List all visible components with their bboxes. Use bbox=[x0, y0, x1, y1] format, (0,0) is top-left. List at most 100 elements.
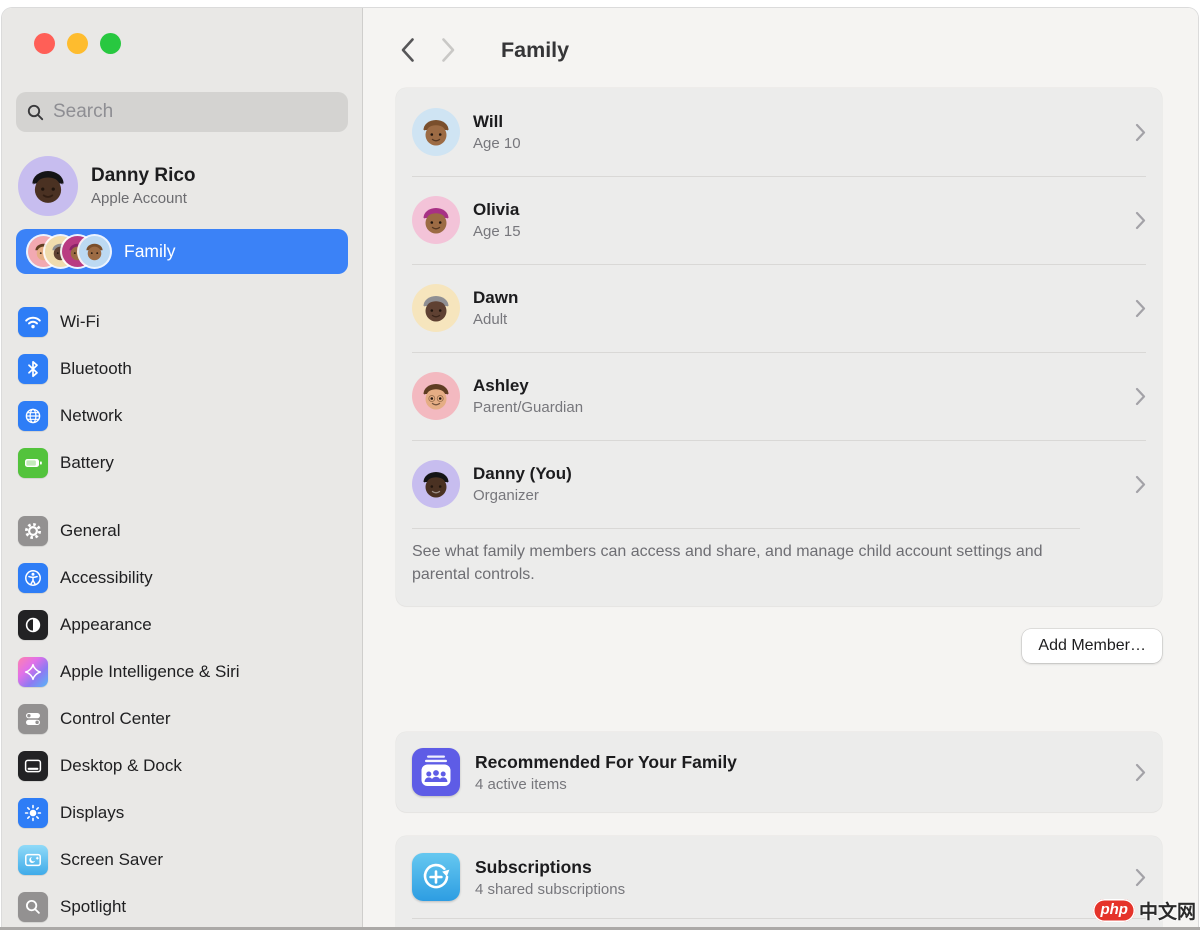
account-name: Danny Rico bbox=[91, 165, 196, 187]
member-detail: Organizer bbox=[473, 487, 572, 504]
member-avatar bbox=[412, 372, 460, 420]
control-center-icon bbox=[18, 704, 48, 734]
sidebar-item-family-label: Family bbox=[124, 241, 176, 262]
chevron-right-icon bbox=[1135, 763, 1146, 782]
member-name: Ashley bbox=[473, 376, 583, 396]
battery-icon bbox=[18, 448, 48, 478]
member-avatar bbox=[412, 108, 460, 156]
family-footnote: See what family members can access and s… bbox=[396, 528, 1096, 606]
chevron-right-icon bbox=[1135, 211, 1146, 230]
sidebar-item-apple-intelligence[interactable]: Apple Intelligence & Siri bbox=[16, 648, 348, 695]
wifi-icon bbox=[18, 307, 48, 337]
member-avatar bbox=[412, 460, 460, 508]
magnifier-icon bbox=[18, 892, 48, 922]
sidebar-item-desktop-dock[interactable]: Desktop & Dock bbox=[16, 742, 348, 789]
chevron-right-icon bbox=[1135, 387, 1146, 406]
close-button[interactable] bbox=[34, 33, 55, 54]
sidebar-item-accessibility[interactable]: Accessibility bbox=[16, 554, 348, 601]
sidebar-item-control-center[interactable]: Control Center bbox=[16, 695, 348, 742]
sidebar-item-label: Network bbox=[60, 406, 122, 426]
sidebar-item-label: Battery bbox=[60, 453, 114, 473]
sidebar: Danny Rico Apple Account Family Wi-Fi Bl… bbox=[2, 8, 363, 930]
apple-intelligence-icon bbox=[18, 657, 48, 687]
sidebar-item-label: Apple Intelligence & Siri bbox=[60, 662, 240, 682]
settings-window: Danny Rico Apple Account Family Wi-Fi Bl… bbox=[2, 8, 1198, 930]
sidebar-item-network[interactable]: Network bbox=[16, 392, 348, 439]
sidebar-item-label: Bluetooth bbox=[60, 359, 132, 379]
member-row-danny[interactable]: Danny (You) Organizer bbox=[396, 440, 1162, 528]
member-avatar bbox=[412, 196, 460, 244]
sidebar-item-battery[interactable]: Battery bbox=[16, 439, 348, 486]
member-row-olivia[interactable]: Olivia Age 15 bbox=[396, 176, 1162, 264]
watermark-text: 中文网 bbox=[1139, 897, 1196, 924]
member-avatar bbox=[412, 284, 460, 332]
add-member-button[interactable]: Add Member… bbox=[1022, 629, 1162, 663]
recommended-subtitle: 4 active items bbox=[475, 776, 737, 793]
back-button[interactable] bbox=[400, 37, 416, 63]
globe-icon bbox=[18, 401, 48, 431]
cluster-avatar bbox=[79, 236, 110, 267]
forward-button[interactable] bbox=[440, 37, 456, 63]
member-detail: Age 15 bbox=[473, 223, 521, 240]
sidebar-item-label: Spotlight bbox=[60, 897, 126, 917]
family-app-icon bbox=[412, 748, 460, 796]
account-avatar bbox=[18, 156, 78, 216]
sidebar-item-spotlight[interactable]: Spotlight bbox=[16, 883, 348, 930]
member-detail: Parent/Guardian bbox=[473, 399, 583, 416]
zoom-button[interactable] bbox=[100, 33, 121, 54]
chevron-right-icon bbox=[1135, 475, 1146, 494]
sidebar-item-bluetooth[interactable]: Bluetooth bbox=[16, 345, 348, 392]
subscriptions-subtitle: 4 shared subscriptions bbox=[475, 881, 625, 898]
sidebar-nav-group-2: General Accessibility Appearance Apple I… bbox=[16, 507, 348, 930]
accessibility-icon bbox=[18, 563, 48, 593]
member-name: Danny (You) bbox=[473, 464, 572, 484]
desktop-dock-icon bbox=[18, 751, 48, 781]
subscriptions-card[interactable]: Subscriptions 4 shared subscriptions bbox=[396, 836, 1162, 930]
sidebar-item-label: Control Center bbox=[60, 709, 171, 729]
recommended-card[interactable]: Recommended For Your Family 4 active ite… bbox=[396, 732, 1162, 812]
member-row-dawn[interactable]: Dawn Adult bbox=[396, 264, 1162, 352]
sidebar-item-label: Desktop & Dock bbox=[60, 756, 182, 776]
sidebar-item-general[interactable]: General bbox=[16, 507, 348, 554]
sidebar-item-displays[interactable]: Displays bbox=[16, 789, 348, 836]
member-name: Dawn bbox=[473, 288, 518, 308]
window-controls bbox=[16, 8, 348, 54]
recommended-row[interactable]: Recommended For Your Family 4 active ite… bbox=[396, 732, 1162, 812]
bluetooth-icon bbox=[18, 354, 48, 384]
sidebar-nav-group-1: Wi-Fi Bluetooth Network Battery bbox=[16, 298, 348, 486]
sidebar-item-appearance[interactable]: Appearance bbox=[16, 601, 348, 648]
subscriptions-row[interactable]: Subscriptions 4 shared subscriptions bbox=[396, 836, 1162, 918]
sidebar-item-label: Appearance bbox=[60, 615, 152, 635]
add-member-row: Add Member… bbox=[396, 629, 1162, 663]
member-row-will[interactable]: Will Age 10 bbox=[396, 88, 1162, 176]
sidebar-item-label: Screen Saver bbox=[60, 850, 163, 870]
member-detail: Age 10 bbox=[473, 135, 521, 152]
appearance-icon bbox=[18, 610, 48, 640]
sidebar-item-label: Displays bbox=[60, 803, 124, 823]
main-panel: Family Will Age 10 Olivia A bbox=[363, 8, 1198, 930]
member-name: Olivia bbox=[473, 200, 521, 220]
chevron-right-icon bbox=[1135, 868, 1146, 887]
member-detail: Adult bbox=[473, 311, 518, 328]
sidebar-item-screen-saver[interactable]: Screen Saver bbox=[16, 836, 348, 883]
account-row[interactable]: Danny Rico Apple Account bbox=[16, 156, 348, 216]
subscriptions-icon bbox=[412, 853, 460, 901]
recommended-title: Recommended For Your Family bbox=[475, 752, 737, 773]
search-icon bbox=[27, 104, 44, 121]
page-title: Family bbox=[501, 38, 569, 63]
watermark: php 中文网 bbox=[1093, 897, 1196, 924]
sidebar-item-family[interactable]: Family bbox=[16, 229, 348, 274]
sidebar-item-wifi[interactable]: Wi-Fi bbox=[16, 298, 348, 345]
sidebar-item-label: General bbox=[60, 521, 120, 541]
gear-icon bbox=[18, 516, 48, 546]
search-field[interactable] bbox=[16, 92, 348, 132]
page-header: Family bbox=[396, 30, 1162, 70]
sun-icon bbox=[18, 798, 48, 828]
chevron-right-icon bbox=[1135, 299, 1146, 318]
minimize-button[interactable] bbox=[67, 33, 88, 54]
screen-saver-icon bbox=[18, 845, 48, 875]
sidebar-item-label: Accessibility bbox=[60, 568, 153, 588]
chevron-right-icon bbox=[1135, 123, 1146, 142]
search-input[interactable] bbox=[53, 101, 337, 123]
member-row-ashley[interactable]: Ashley Parent/Guardian bbox=[396, 352, 1162, 440]
